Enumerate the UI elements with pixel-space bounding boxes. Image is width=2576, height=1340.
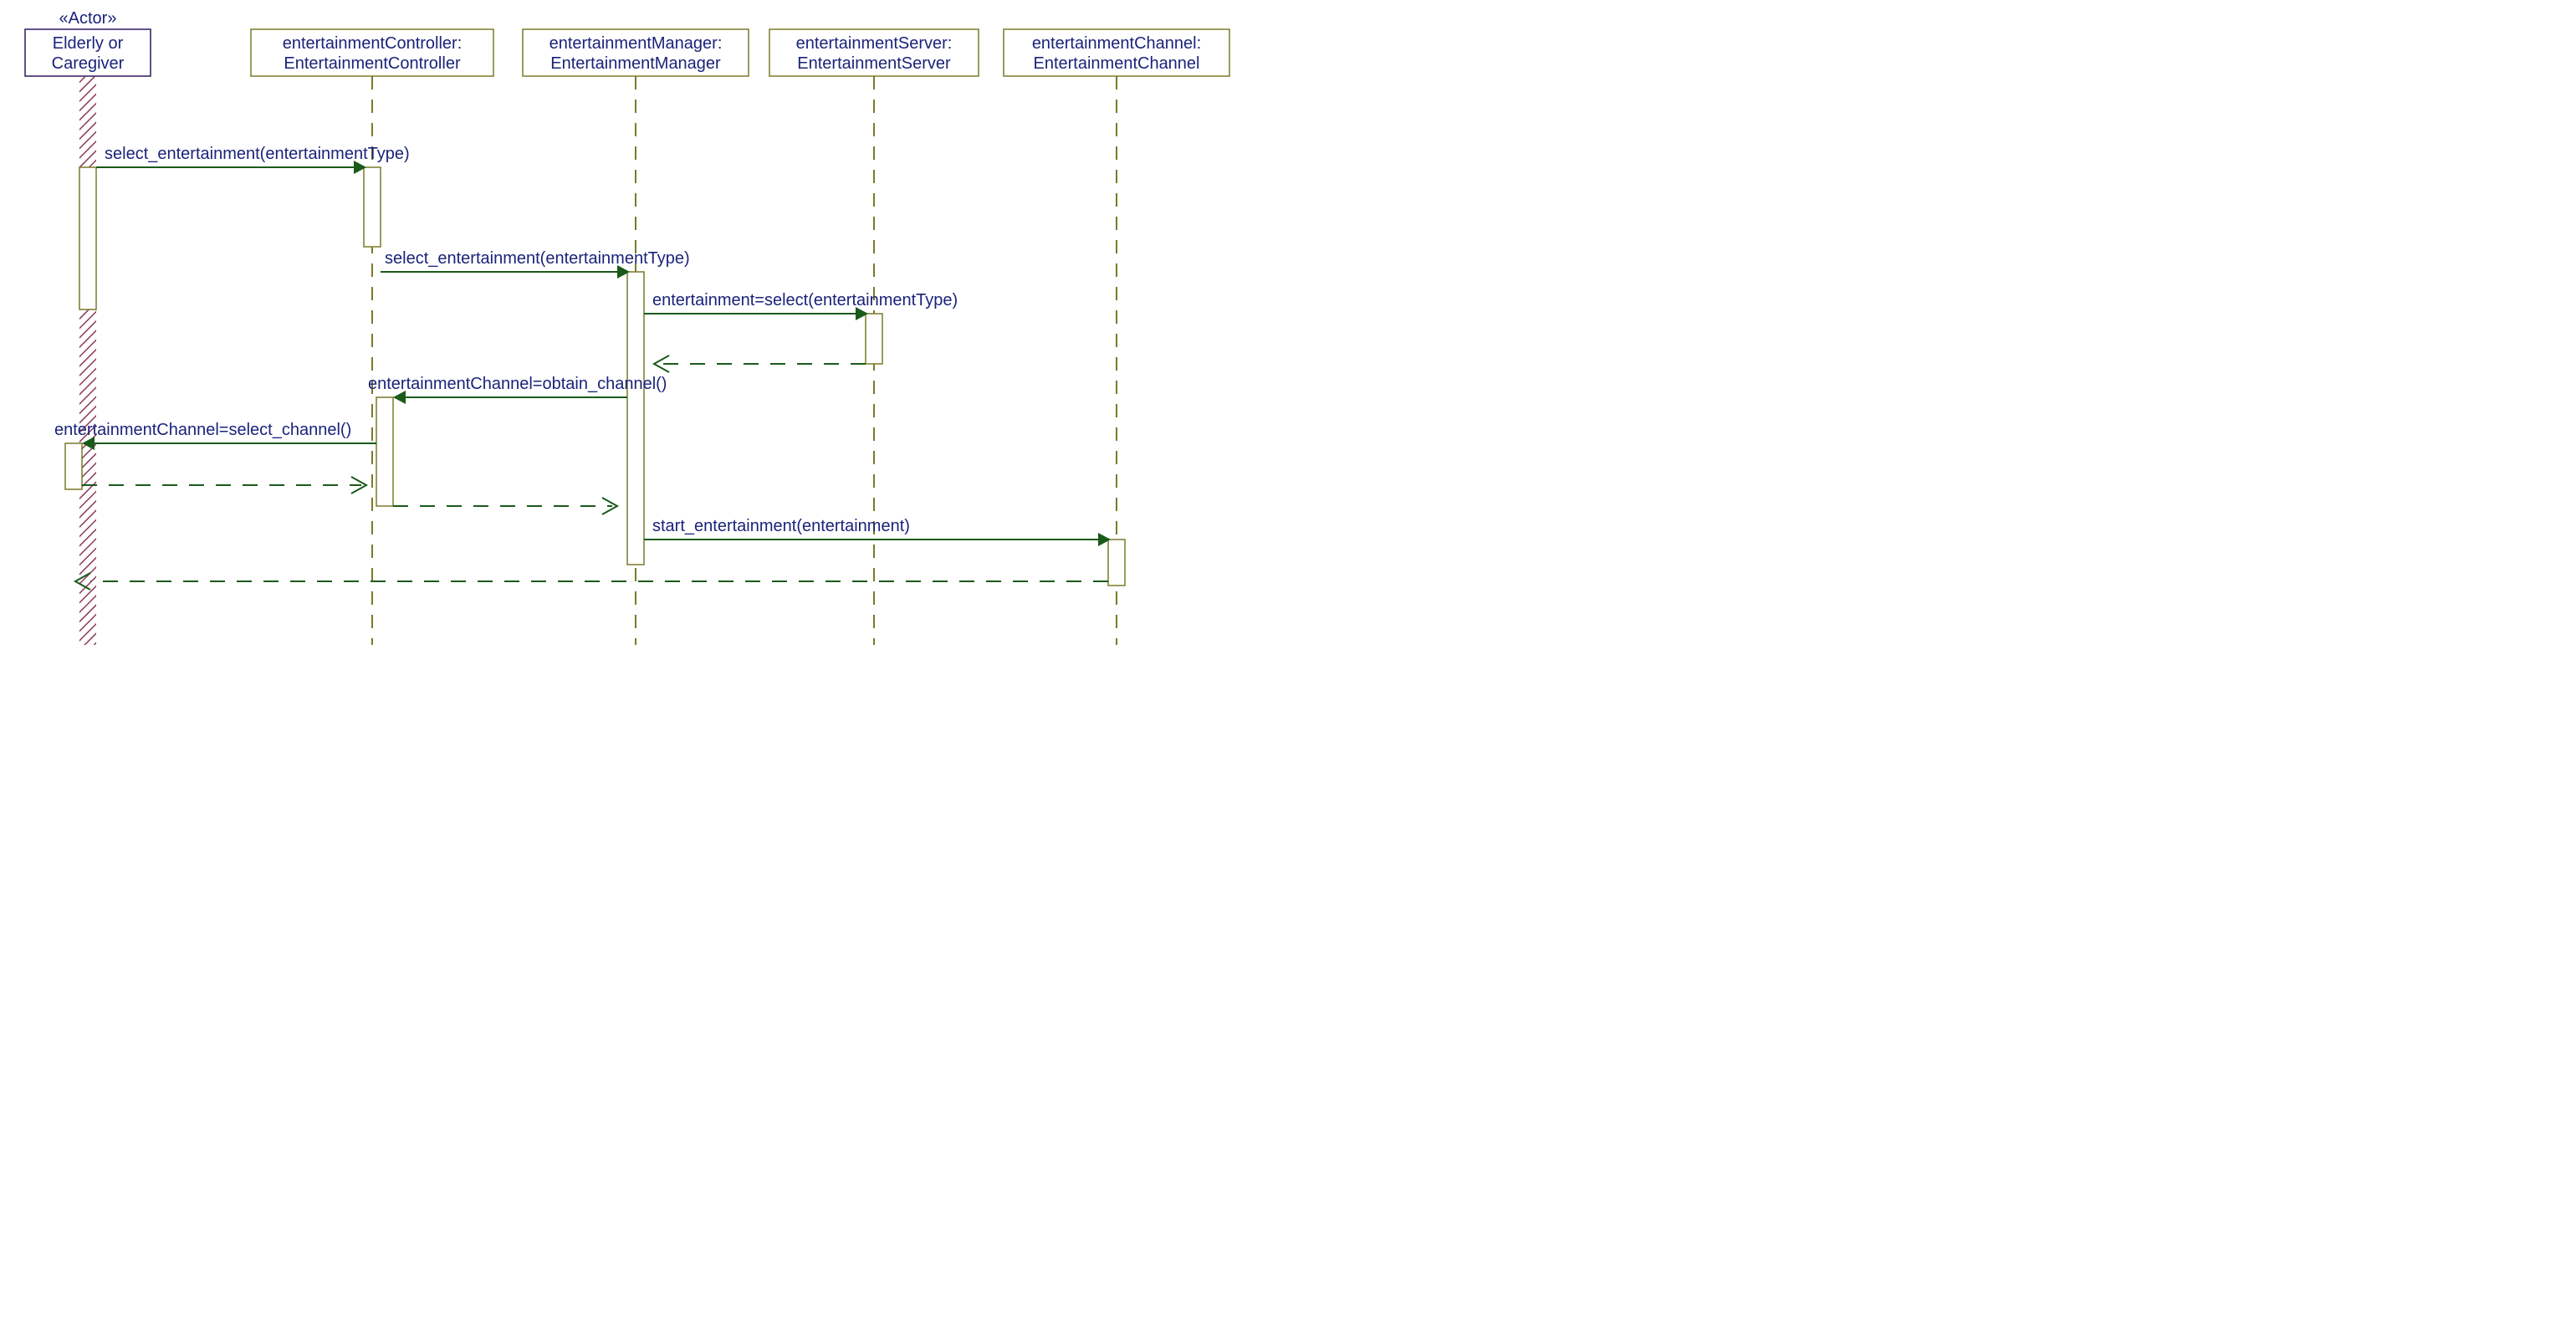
msg4-label: entertainmentChannel=obtain_channel() xyxy=(368,375,667,393)
actor-activation-1 xyxy=(79,167,96,309)
manager-activation xyxy=(627,272,644,565)
actor-line1: Elderly or xyxy=(53,34,124,53)
msg5-label: entertainmentChannel=select_channel() xyxy=(54,421,351,439)
server-line2: EntertainmentServer xyxy=(797,54,951,73)
controller-activation-2 xyxy=(376,397,393,506)
channel-line2: EntertainmentChannel xyxy=(1033,54,1199,73)
msg6-label: start_entertainment(entertainment) xyxy=(652,517,910,535)
sequence-diagram: «Actor» Elderly or Caregiver entertainme… xyxy=(0,0,1288,670)
actor-lifeline xyxy=(79,76,96,645)
controller-line1: entertainmentController: xyxy=(283,34,463,53)
actor-activation-2 xyxy=(65,443,82,489)
channel-activation xyxy=(1108,540,1125,586)
msg2-label: select_entertainment(entertainmentType) xyxy=(385,249,690,268)
controller-activation-1 xyxy=(364,167,381,247)
server-line1: entertainmentServer: xyxy=(796,34,953,53)
actor-stereotype: «Actor» xyxy=(59,9,117,28)
server-activation xyxy=(866,314,882,364)
manager-line1: entertainmentManager: xyxy=(549,34,723,53)
msg3-label: entertainment=select(entertainmentType) xyxy=(652,291,958,309)
controller-line2: EntertainmentController xyxy=(284,54,461,73)
manager-line2: EntertainmentManager xyxy=(550,54,721,73)
actor-line2: Caregiver xyxy=(52,54,125,73)
channel-line1: entertainmentChannel: xyxy=(1032,34,1201,53)
msg1-label: select_entertainment(entertainmentType) xyxy=(105,145,410,163)
